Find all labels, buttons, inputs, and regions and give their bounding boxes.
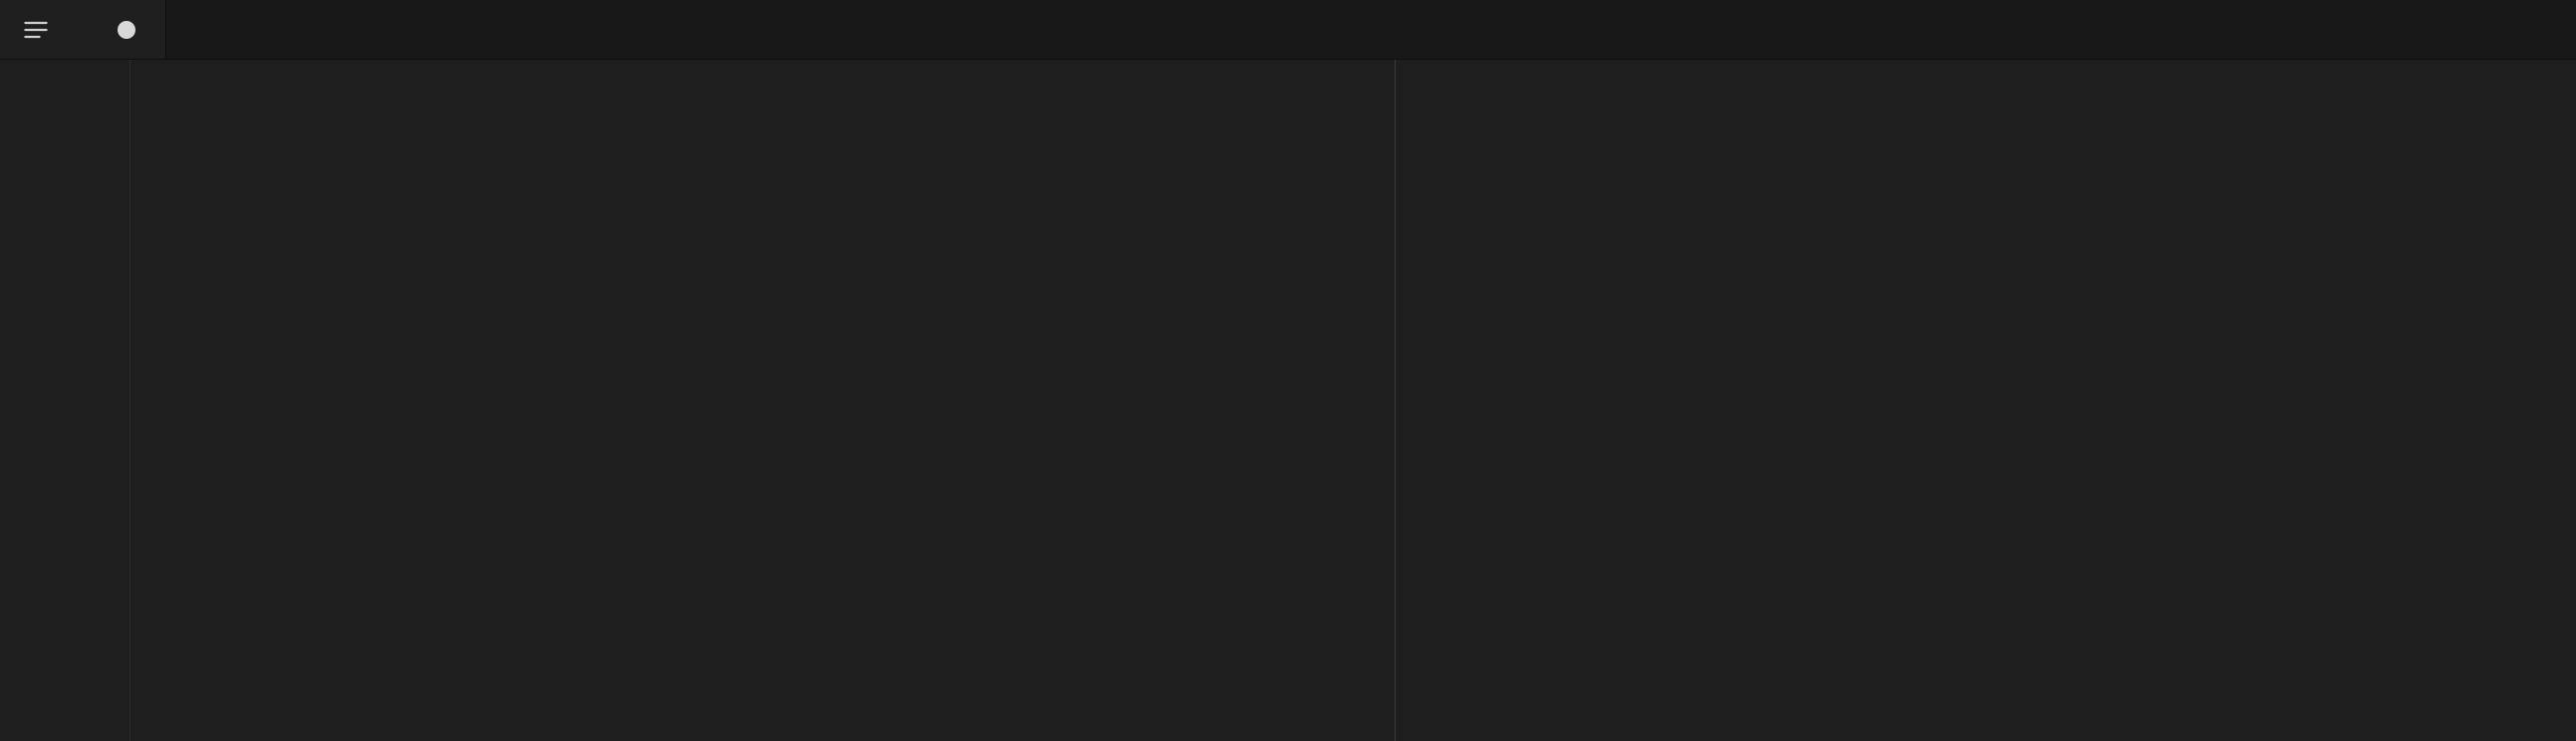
text-lines-icon (22, 16, 50, 44)
editor-tab[interactable] (0, 0, 166, 59)
line-number-gutter (0, 60, 129, 741)
tab-bar (0, 0, 2576, 60)
code-area[interactable] (129, 60, 2576, 741)
unsaved-indicator-icon[interactable] (118, 21, 135, 39)
column-ruler (1395, 60, 1396, 741)
editor (0, 60, 2576, 741)
